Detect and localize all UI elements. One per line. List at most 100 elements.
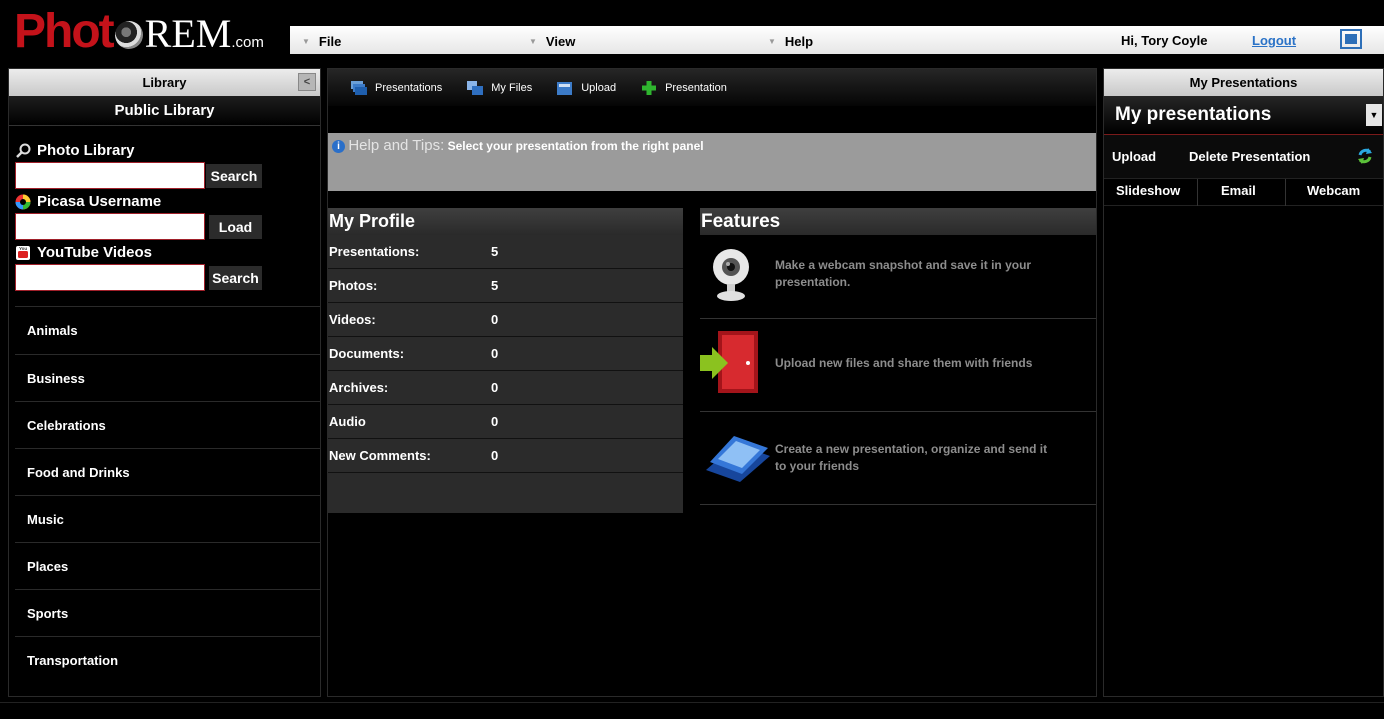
library-header: Library < <box>9 69 320 96</box>
collapse-panel-button[interactable]: < <box>298 73 316 91</box>
delete-presentation-button[interactable]: Delete Presentation <box>1189 149 1310 164</box>
logo-lens-icon <box>114 21 143 49</box>
presentation-share-actions: Slideshow Email Webcam <box>1104 179 1383 206</box>
profile-stat-value: 0 <box>491 346 499 361</box>
youtube-videos-label: YouTube Videos <box>37 244 153 261</box>
menu-view-label: View <box>545 33 576 49</box>
logout-link[interactable]: Logout <box>1252 33 1296 48</box>
upload-icon <box>557 81 573 95</box>
profile-stat-label: Documents: <box>329 346 405 361</box>
library-header-label: Library <box>142 75 187 90</box>
menu-help[interactable]: ▼ Help <box>768 33 813 49</box>
my-presentations-header: My Presentations <box>1104 69 1383 96</box>
feature-webcam[interactable]: Make a webcam snapshot and save it in yo… <box>700 235 1096 319</box>
dropdown-triangle-icon: ▼ <box>768 36 776 46</box>
chevron-down-icon[interactable]: ▼ <box>1366 104 1382 126</box>
picasa-load-button[interactable]: Load <box>209 215 262 239</box>
upload-button[interactable]: Upload <box>1112 149 1156 164</box>
profile-stat-row: Photos: 5 <box>328 269 683 303</box>
toolbar-upload-button[interactable]: Upload <box>556 80 616 96</box>
fullscreen-icon[interactable] <box>1340 29 1362 49</box>
profile-stat-row: Videos: 0 <box>328 303 683 337</box>
help-tips-bar: i Help and Tips: Select your presentatio… <box>328 133 1096 191</box>
profile-stat-row: Documents: 0 <box>328 337 683 371</box>
info-icon: i <box>332 140 345 153</box>
youtube-label-row: You YouTube Videos <box>15 244 152 261</box>
presentation-selector-label: My presentations <box>1115 104 1272 125</box>
menu-view[interactable]: ▼ View <box>529 33 575 49</box>
profile-stat-label: Audio <box>329 414 366 429</box>
profile-stat-label: Videos: <box>329 312 376 327</box>
help-tips-message: Select your presentation from the right … <box>447 139 704 153</box>
main-panel: Presentations My Files Upload Presentati… <box>327 68 1097 697</box>
category-item[interactable]: Music <box>15 495 321 542</box>
photo-library-label: Photo Library <box>37 142 135 159</box>
features-title: Features <box>700 208 1096 235</box>
category-item[interactable]: Transportation <box>15 636 321 683</box>
category-item[interactable]: Business <box>15 354 321 401</box>
category-item[interactable]: Sports <box>15 589 321 636</box>
logo-text-phot: Phot <box>14 5 115 58</box>
toolbar-new-presentation-label: Presentation <box>665 81 727 94</box>
presentations-icon <box>351 80 367 95</box>
svg-text:You: You <box>19 246 27 251</box>
logo: Phot REM.com <box>14 4 264 58</box>
main-toolbar: Presentations My Files Upload Presentati… <box>328 69 1096 106</box>
feature-webcam-line2: presentation. <box>775 275 851 289</box>
feature-create-presentation[interactable]: Create a new presentation, organize and … <box>700 412 1096 505</box>
help-tips-tag: Help and Tips: <box>348 137 445 154</box>
profile-stat-label: Photos: <box>329 278 378 293</box>
add-icon <box>642 80 657 95</box>
dropdown-triangle-icon: ▼ <box>302 36 310 46</box>
feature-upload[interactable]: Upload new files and share them with fri… <box>700 319 1096 412</box>
toolbar-my-files-button[interactable]: My Files <box>466 80 532 96</box>
toolbar-presentations-button[interactable]: Presentations <box>350 80 442 96</box>
photo-search-input[interactable] <box>15 162 205 189</box>
category-item[interactable]: Food and Drinks <box>15 448 321 495</box>
menu-file-label: File <box>318 33 342 49</box>
picasa-icon <box>15 194 31 209</box>
toolbar-new-presentation-button[interactable]: Presentation <box>640 80 727 96</box>
menu-file[interactable]: ▼ File <box>302 33 341 49</box>
magnifier-icon <box>16 143 31 158</box>
category-item[interactable]: Places <box>15 542 321 589</box>
top-bar: Phot REM.com ▼ File ▼ View ▼ Help Hi, Tor… <box>0 0 1384 64</box>
photo-search-button[interactable]: Search <box>206 164 262 188</box>
feature-create-line1: Create a new presentation, organize and … <box>775 442 1048 456</box>
profile-stat-value: 5 <box>491 244 499 259</box>
picasa-username-label: Picasa Username <box>37 193 162 210</box>
picasa-label-row: Picasa Username <box>15 193 161 210</box>
profile-stat-value: 0 <box>491 414 499 429</box>
picasa-username-input[interactable] <box>15 213 205 240</box>
category-item[interactable]: Animals <box>15 307 321 354</box>
email-button[interactable]: Email <box>1221 183 1256 198</box>
profile-stat-label: Archives: <box>329 380 389 395</box>
profile-stat-row: Archives: 0 <box>328 371 683 405</box>
webcam-button[interactable]: Webcam <box>1307 183 1360 198</box>
logo-text-com: .com <box>231 34 264 51</box>
menu-help-label: Help <box>784 33 814 49</box>
divider <box>1197 179 1198 206</box>
upload-door-icon <box>700 331 758 393</box>
my-presentations-panel: My Presentations My presentations ▼ Uplo… <box>1103 68 1384 697</box>
toolbar-my-files-label: My Files <box>491 81 533 94</box>
profile-stat-value: 0 <box>491 312 499 327</box>
youtube-icon: You <box>16 245 30 260</box>
features-box: Features Make a webcam snapshot and save… <box>700 208 1096 505</box>
webcam-icon <box>713 249 749 301</box>
youtube-search-input[interactable] <box>15 264 205 291</box>
my-files-icon <box>467 80 484 95</box>
toolbar-presentations-label: Presentations <box>375 81 443 94</box>
category-item[interactable]: Celebrations <box>15 401 321 448</box>
dropdown-triangle-icon: ▼ <box>529 36 537 46</box>
youtube-search-button[interactable]: Search <box>209 266 262 290</box>
profile-stat-value: 0 <box>491 448 499 463</box>
presentation-selector[interactable]: My presentations ▼ <box>1104 96 1383 135</box>
profile-stat-value: 0 <box>491 380 499 395</box>
feature-webcam-line1: Make a webcam snapshot and save it in yo… <box>775 258 1032 272</box>
profile-stat-value: 5 <box>491 278 499 293</box>
slideshow-button[interactable]: Slideshow <box>1116 183 1180 198</box>
logo-text-rem: REM <box>144 11 232 56</box>
user-greeting: Hi, Tory Coyle <box>1121 33 1208 48</box>
refresh-icon[interactable] <box>1356 147 1374 165</box>
